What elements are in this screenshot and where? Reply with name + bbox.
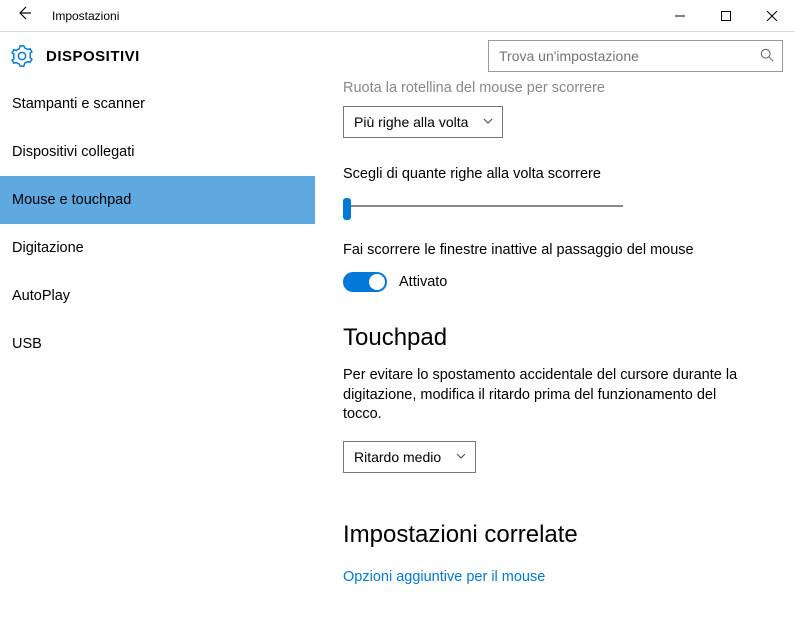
slider-thumb[interactable] — [343, 198, 351, 220]
sidebar-item-printers[interactable]: Stampanti e scanner — [0, 80, 315, 128]
sidebar-item-label: Dispositivi collegati — [12, 144, 135, 160]
category-title: DISPOSITIVI — [46, 48, 140, 65]
scroll-wheel-label: Ruota la rotellina del mouse per scorrer… — [343, 80, 767, 96]
sidebar-item-label: USB — [12, 336, 42, 352]
search-icon[interactable] — [752, 48, 782, 65]
dropdown-value: Ritardo medio — [354, 449, 455, 465]
minimize-button[interactable] — [657, 0, 703, 32]
lines-slider[interactable] — [343, 196, 623, 218]
inactive-scroll-toggle[interactable] — [343, 272, 387, 292]
sidebar: Stampanti e scanner Dispositivi collegat… — [0, 80, 315, 630]
sidebar-item-label: AutoPlay — [12, 288, 70, 304]
additional-mouse-options-link[interactable]: Opzioni aggiuntive per il mouse — [343, 569, 545, 585]
sidebar-item-label: Mouse e touchpad — [12, 192, 131, 208]
maximize-button[interactable] — [703, 0, 749, 32]
sidebar-item-usb[interactable]: USB — [0, 320, 315, 368]
sidebar-item-autoplay[interactable]: AutoPlay — [0, 272, 315, 320]
slider-track — [343, 205, 623, 207]
sidebar-item-typing[interactable]: Digitazione — [0, 224, 315, 272]
touchpad-description: Per evitare lo spostamento accidentale d… — [343, 366, 743, 425]
sidebar-item-mouse-touchpad[interactable]: Mouse e touchpad — [0, 176, 315, 224]
inactive-scroll-label: Fai scorrere le finestre inattive al pas… — [343, 242, 767, 258]
search-input[interactable] — [489, 48, 752, 64]
scroll-wheel-dropdown[interactable]: Più righe alla volta — [343, 106, 503, 138]
chevron-down-icon — [455, 449, 467, 465]
sidebar-item-label: Stampanti e scanner — [12, 96, 145, 112]
close-button[interactable] — [749, 0, 795, 32]
sidebar-item-connected-devices[interactable]: Dispositivi collegati — [0, 128, 315, 176]
content-pane[interactable]: Ruota la rotellina del mouse per scorrer… — [315, 80, 795, 630]
dropdown-value: Più righe alla volta — [354, 114, 482, 130]
window-title: Impostazioni — [48, 9, 119, 23]
toggle-state-label: Attivato — [399, 274, 447, 290]
search-box[interactable] — [488, 40, 783, 72]
related-heading: Impostazioni correlate — [343, 521, 767, 549]
sidebar-item-label: Digitazione — [12, 240, 84, 256]
gear-icon — [8, 42, 36, 70]
toggle-knob — [369, 274, 385, 290]
chevron-down-icon — [482, 114, 494, 130]
back-button[interactable] — [0, 5, 48, 26]
touchpad-delay-dropdown[interactable]: Ritardo medio — [343, 441, 476, 473]
touchpad-heading: Touchpad — [343, 324, 767, 352]
lines-label: Scegli di quante righe alla volta scorre… — [343, 166, 767, 182]
